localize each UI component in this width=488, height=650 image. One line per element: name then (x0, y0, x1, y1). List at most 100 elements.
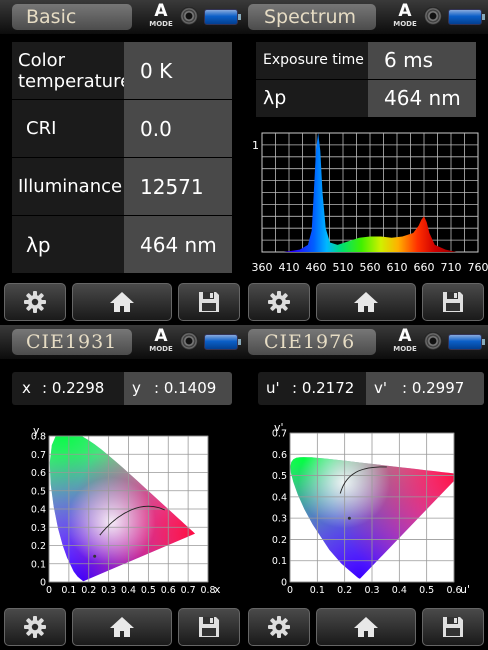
mode-indicator[interactable]: A MODE (392, 328, 418, 356)
x-label: x (22, 379, 31, 397)
home-button[interactable] (72, 283, 172, 321)
save-button[interactable] (422, 283, 484, 321)
spectrum-x-tick-label: 410 (279, 261, 300, 274)
row-illuminance: Illuminance 12571 (12, 158, 232, 215)
x-tick-label: 0.4 (121, 585, 136, 596)
cri-label: CRI (26, 118, 57, 139)
mode-label: MODE (149, 20, 173, 28)
settings-button[interactable] (4, 283, 66, 321)
row-peak-wavelength: λp 464 nm (12, 216, 232, 273)
mode-label: MODE (393, 20, 417, 28)
y-tick-label: 0.1 (31, 559, 46, 570)
x-tick-label: 0.2 (81, 585, 96, 596)
spectrum-x-tick-label: 360 (252, 261, 273, 274)
y-label: y (132, 379, 141, 397)
save-button[interactable] (178, 283, 240, 321)
mode-letter: A (154, 326, 168, 346)
y-tick-label: 0.2 (272, 535, 287, 546)
illuminance-label-cell: Illuminance (12, 158, 124, 215)
spectrum-x-tick-label: 710 (441, 261, 462, 274)
y-tick-label: 0.5 (272, 471, 287, 482)
y-tick-label: 0.3 (31, 523, 46, 534)
header-bar: CIE1976 A MODE (244, 325, 488, 359)
cri-label-cell: CRI (12, 100, 124, 157)
mode-indicator[interactable]: A MODE (392, 3, 418, 31)
mode-letter: A (398, 1, 412, 21)
save-button[interactable] (178, 608, 240, 646)
y-tick-label: 0.1 (272, 556, 287, 567)
y-value: : 0.1409 (154, 379, 217, 397)
x-tick-label: 0.6 (161, 585, 176, 596)
mode-indicator[interactable]: A MODE (148, 3, 174, 31)
spectrum-info-table: Exposure time 6 ms λp 464 nm (256, 42, 476, 117)
header-bar: CIE1931 A MODE (0, 325, 244, 359)
floppy-disk-icon (443, 617, 463, 637)
tab-basic[interactable]: Basic (12, 4, 132, 30)
spectrum-x-tick-label: 610 (387, 261, 408, 274)
tab-spectrum[interactable]: Spectrum (248, 4, 376, 30)
home-icon (110, 617, 134, 637)
illuminance-value: 12571 (124, 158, 232, 215)
exposure-time-value: 6 ms (368, 42, 476, 79)
measured-point (93, 554, 97, 558)
basic-panel: Basic A MODE Color temperature 0 K CRI 0… (0, 0, 244, 325)
peak-wavelength-label-cell: λp (12, 216, 124, 273)
bottom-toolbar (0, 283, 244, 325)
settings-button[interactable] (248, 283, 310, 321)
spectrum-x-tick-label: 760 (468, 261, 488, 274)
y-tick-label: 0.4 (31, 505, 46, 516)
y-tick-label: 0.3 (272, 514, 287, 525)
header-bar: Spectrum A MODE (244, 0, 488, 34)
peak-wavelength-label: λp (256, 80, 368, 117)
x-tick-label: 0.2 (337, 585, 352, 596)
home-button[interactable] (316, 283, 416, 321)
gear-icon (268, 616, 290, 638)
home-icon (110, 292, 134, 312)
gear-icon (24, 291, 46, 313)
x-tick-label: 0.1 (61, 585, 76, 596)
home-icon (354, 617, 378, 637)
row-peak-wavelength: λp 464 nm (256, 80, 476, 117)
tab-cie1931[interactable]: CIE1931 (12, 329, 132, 355)
y-tick-label: 0 (40, 578, 46, 589)
spectrum-grid (261, 132, 479, 253)
settings-button[interactable] (4, 608, 66, 646)
v-value: : 0.2997 (402, 379, 465, 397)
basic-results-table: Color temperature 0 K CRI 0.0 Illuminanc… (12, 42, 232, 273)
lens-icon (424, 7, 442, 25)
y-tick-label: 0.5 (31, 486, 46, 497)
mode-letter: A (398, 326, 412, 346)
peak-wavelength-value: 464 nm (368, 80, 476, 117)
tab-cie1976[interactable]: CIE1976 (248, 329, 376, 355)
row-color-temperature: Color temperature 0 K (12, 42, 232, 99)
mode-letter: A (154, 1, 168, 21)
home-button[interactable] (72, 608, 172, 646)
spectrum-x-tick-label: 510 (333, 261, 354, 274)
cie1931-panel: CIE1931 A MODE x : 0.2298 y : 0.1409 0 0.… (0, 325, 244, 650)
home-button[interactable] (316, 608, 416, 646)
y-tick-label: 0.7 (31, 450, 46, 461)
color-temperature-label: Color temperature (12, 42, 131, 99)
cie1976-panel: CIE1976 A MODE u' : 0.2172 v' : 0.2997 0… (244, 325, 488, 650)
mode-indicator[interactable]: A MODE (148, 328, 174, 356)
color-temperature-label-line2: temperature (18, 70, 132, 92)
y-axis-label: y (33, 424, 40, 437)
lens-icon (180, 332, 198, 350)
save-button[interactable] (422, 608, 484, 646)
cie1931-coordinates: x : 0.2298 y : 0.1409 (12, 372, 232, 405)
spectrum-x-tick-label: 660 (414, 261, 435, 274)
illuminance-label: Illuminance (18, 176, 123, 197)
bottom-toolbar (244, 608, 488, 650)
battery-icon (448, 9, 485, 25)
x-tick-label: 0.3 (364, 585, 379, 596)
header-bar: Basic A MODE (0, 0, 244, 34)
floppy-disk-icon (443, 292, 463, 312)
spectrum-y-tick-label: 1 (252, 139, 259, 152)
settings-button[interactable] (248, 608, 310, 646)
spectrum-x-tick-label: 460 (306, 261, 327, 274)
y-axis-label: v' (274, 421, 284, 434)
measured-point (347, 516, 351, 520)
floppy-disk-icon (199, 617, 219, 637)
battery-icon (448, 334, 485, 350)
row-cri: CRI 0.0 (12, 100, 232, 157)
